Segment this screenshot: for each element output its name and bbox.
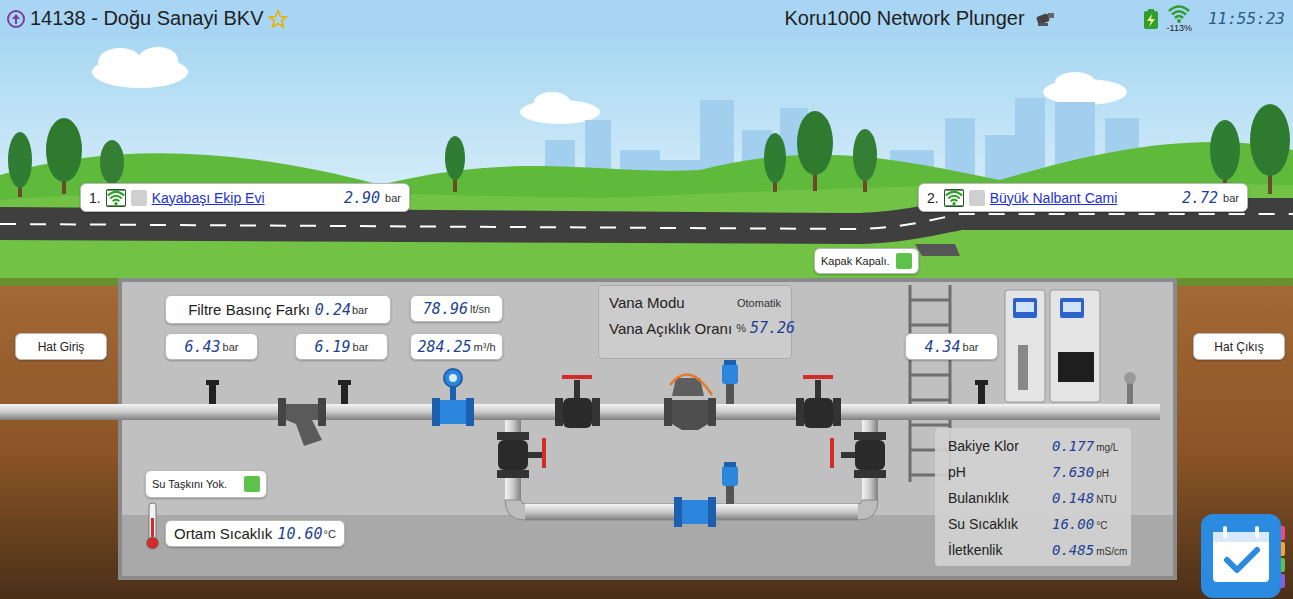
ambient-value: 10.60 xyxy=(277,525,322,543)
quality-label: pH xyxy=(948,462,1052,484)
device-name: Koru1000 Network Plunger xyxy=(784,7,1024,30)
device-title: Koru1000 Network Plunger xyxy=(784,7,1056,30)
cover-label: Kapak Kapalı. xyxy=(821,255,890,267)
valve-mode[interactable]: Otomatik xyxy=(737,297,781,309)
station-scene: 1. Kayabaşı Ekip Evi 2.90 bar 2. Büyük Nalban… xyxy=(0,37,1293,599)
flow-unit: m³/h xyxy=(474,341,496,353)
line-inlet: Hat Giriş xyxy=(15,333,107,360)
valve-opening-row: Vana Açıklık Oranı%57.26 xyxy=(609,319,781,337)
valve-mode-row: Vana Modu Otomatik xyxy=(609,294,781,311)
quality-value: 0.485 xyxy=(1052,540,1094,560)
cover-status: Kapak Kapalı. xyxy=(814,248,919,274)
pressure-value: 6.43 xyxy=(184,338,220,356)
quality-unit: NTU xyxy=(1096,490,1117,510)
flood-indicator xyxy=(244,476,260,492)
clock: 11:55:23 xyxy=(1208,9,1285,28)
station-name: 14138 - Doğu Sanayi BKV xyxy=(30,7,264,30)
pressure-unit: bar xyxy=(223,341,239,353)
quality-label: Bulanıklık xyxy=(948,488,1052,510)
filter-value: 0.24 xyxy=(315,301,351,319)
pressure-value: 6.19 xyxy=(314,338,350,356)
station-title: 14138 - Doğu Sanayi BKV xyxy=(6,7,288,30)
site-link[interactable]: Büyük Nalbant Cami xyxy=(990,190,1118,206)
cover-indicator xyxy=(896,253,912,269)
valve-panel: Vana ModuOtomatikVana Açıklık Oranı%57.2… xyxy=(598,285,792,359)
signal-group: -113% xyxy=(1167,5,1192,33)
site-unit: bar xyxy=(1223,192,1239,204)
pressure-reading: 6.19bar xyxy=(295,333,388,360)
pressure-unit: bar xyxy=(963,341,979,353)
quality-value-group: 0.485mS/cm xyxy=(1052,540,1127,562)
site-unit: bar xyxy=(385,192,401,204)
inlet-label: Hat Giriş xyxy=(38,340,85,354)
quality-label: Su Sıcaklık xyxy=(948,514,1052,536)
quality-value: 7.630 xyxy=(1052,462,1094,482)
wifi-icon xyxy=(944,189,964,207)
flood-status: Su Taşkını Yok. xyxy=(145,470,267,498)
flow-value: 78.96 xyxy=(423,300,468,318)
water-quality-panel: Bakiye Klor0.177mg/LpH7.630pHBulanıklık0… xyxy=(935,428,1131,566)
valve-opening-unit: % xyxy=(736,322,746,334)
pressure-reading: 6.43bar xyxy=(165,333,258,360)
quality-value: 16.00 xyxy=(1052,514,1094,534)
quality-value-group: 16.00°C xyxy=(1052,514,1127,536)
quality-value-group: 0.177mg/L xyxy=(1052,436,1127,458)
upload-icon xyxy=(6,9,26,29)
ambient-temperature: Ortam Sıcaklık 10.60°C xyxy=(165,520,345,547)
filter-label: Filtre Basınç Farkı xyxy=(188,301,310,318)
quality-unit: mS/cm xyxy=(1096,542,1127,562)
site-card: 2. Büyük Nalbant Cami 2.72 bar xyxy=(918,183,1248,212)
site-card: 1. Kayabaşı Ekip Evi 2.90 bar xyxy=(80,183,410,212)
quality-value: 0.177 xyxy=(1052,436,1094,456)
valve-opening-label: Vana Açıklık Oranı xyxy=(609,320,732,337)
pressure-value: 4.34 xyxy=(924,338,960,356)
calendar-icon[interactable] xyxy=(1199,512,1287,598)
quality-unit: °C xyxy=(1096,516,1107,536)
site-link[interactable]: Kayabaşı Ekip Evi xyxy=(152,190,265,206)
outlet-label: Hat Çıkış xyxy=(1214,340,1263,354)
pressure-unit: bar xyxy=(353,341,369,353)
quality-unit: mg/L xyxy=(1096,438,1118,458)
quality-value-group: 7.630pH xyxy=(1052,462,1127,484)
quality-label: İletkenlik xyxy=(948,540,1052,562)
status-icons: -113% xyxy=(1141,5,1192,33)
camera-icon xyxy=(1035,10,1057,28)
app: 14138 - Doğu Sanayi BKV Koru1000 Network … xyxy=(0,0,1293,599)
signal-strength: -113% xyxy=(1167,24,1192,33)
flow-reading: 78.96lt/sn xyxy=(410,295,503,322)
star-icon[interactable] xyxy=(268,9,288,29)
flow-value: 284.25 xyxy=(417,338,471,356)
ambient-label: Ortam Sıcaklık xyxy=(174,525,272,542)
site-pressure: 2.72 xyxy=(1182,189,1218,207)
site-index: 2. xyxy=(927,190,939,206)
pressure-reading: 4.34bar xyxy=(905,333,998,360)
site-pressure: 2.90 xyxy=(344,189,380,207)
alarm-indicator xyxy=(969,190,985,206)
site-index: 1. xyxy=(89,190,101,206)
quality-unit: pH xyxy=(1096,464,1109,484)
flood-label: Su Taşkını Yok. xyxy=(152,478,227,490)
alarm-indicator xyxy=(131,190,147,206)
valve-opening-value: 57.26 xyxy=(750,319,795,337)
wifi-icon xyxy=(1168,5,1190,23)
battery-charging-icon xyxy=(1141,8,1161,30)
top-bar: 14138 - Doğu Sanayi BKV Koru1000 Network … xyxy=(0,0,1293,37)
flow-reading: 284.25m³/h xyxy=(410,333,503,360)
quality-value: 0.148 xyxy=(1052,488,1094,508)
quality-label: Bakiye Klor xyxy=(948,436,1052,458)
flow-unit: lt/sn xyxy=(470,303,490,315)
line-outlet: Hat Çıkış xyxy=(1193,333,1285,360)
valve-mode-label: Vana Modu xyxy=(609,294,685,311)
ambient-unit: °C xyxy=(324,528,336,540)
wifi-icon xyxy=(106,189,126,207)
filter-unit: bar xyxy=(352,304,368,316)
filter-differential: Filtre Basınç Farkı 0.24bar xyxy=(165,295,391,324)
quality-value-group: 0.148NTU xyxy=(1052,488,1127,510)
